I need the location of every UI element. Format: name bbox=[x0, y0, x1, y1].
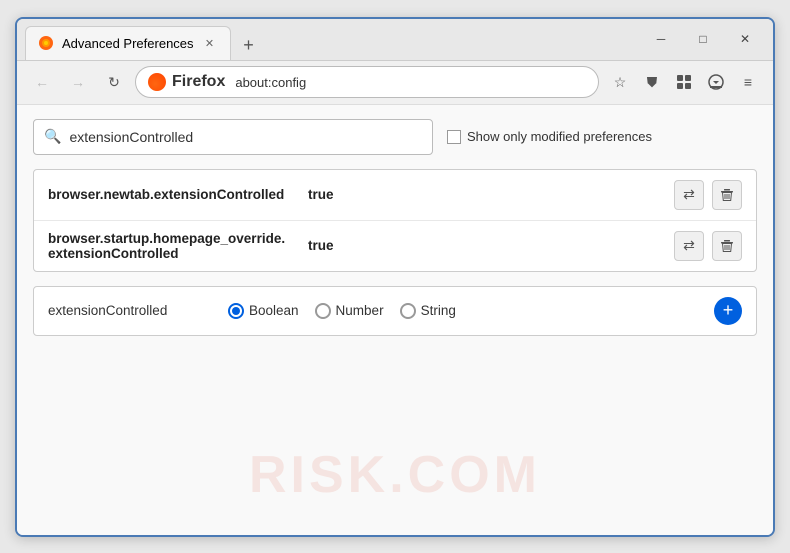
show-modified-checkbox[interactable] bbox=[447, 130, 461, 144]
search-icon: 🔍 bbox=[44, 128, 61, 145]
content-area: RISK.COM 🔍 extensionControlled Show only… bbox=[17, 105, 773, 535]
bookmark-icon[interactable]: ☆ bbox=[605, 67, 635, 97]
nav-icon-group: ☆ ⛊ ≡ bbox=[605, 67, 763, 97]
tab-close-button[interactable]: ✕ bbox=[202, 35, 218, 51]
shield-icon[interactable]: ⛊ bbox=[637, 67, 667, 97]
add-preference-button[interactable]: + bbox=[714, 297, 742, 325]
new-pref-name: extensionControlled bbox=[48, 303, 208, 318]
new-tab-button[interactable]: + bbox=[235, 32, 263, 60]
number-label: Number bbox=[336, 303, 384, 318]
close-button[interactable]: ✕ bbox=[725, 24, 765, 54]
browser-window: Advanced Preferences ✕ + ─ □ ✕ ← → ↻ Fir… bbox=[15, 17, 775, 537]
tab-favicon bbox=[38, 35, 54, 51]
browser-brand-label: Firefox bbox=[172, 73, 225, 91]
watermark: RISK.COM bbox=[249, 445, 541, 505]
title-bar: Advanced Preferences ✕ + ─ □ ✕ bbox=[17, 19, 773, 61]
address-bar[interactable]: Firefox about:config bbox=[135, 66, 599, 98]
number-radio[interactable] bbox=[315, 303, 331, 319]
add-preference-row: extensionControlled Boolean Number Strin… bbox=[33, 286, 757, 336]
firefox-logo-icon bbox=[148, 73, 166, 91]
navigation-bar: ← → ↻ Firefox about:config ☆ ⛊ bbox=[17, 61, 773, 105]
boolean-option[interactable]: Boolean bbox=[228, 303, 299, 319]
results-table: browser.newtab.extensionControlled true … bbox=[33, 169, 757, 272]
pref-value: true bbox=[308, 187, 674, 202]
url-text: about:config bbox=[235, 75, 306, 90]
pref-value: true bbox=[308, 238, 674, 253]
delete-button[interactable] bbox=[712, 180, 742, 210]
minimize-button[interactable]: ─ bbox=[641, 24, 681, 54]
active-tab[interactable]: Advanced Preferences ✕ bbox=[25, 26, 231, 60]
toggle-button[interactable]: ⇄ bbox=[674, 231, 704, 261]
reload-button[interactable]: ↻ bbox=[99, 67, 129, 97]
show-modified-text: Show only modified preferences bbox=[467, 129, 652, 144]
boolean-radio[interactable] bbox=[228, 303, 244, 319]
type-radio-group: Boolean Number String bbox=[228, 303, 694, 319]
table-row: browser.newtab.extensionControlled true … bbox=[34, 170, 756, 221]
maximize-button[interactable]: □ bbox=[683, 24, 723, 54]
tab-area: Advanced Preferences ✕ + bbox=[25, 19, 641, 60]
string-label: String bbox=[421, 303, 456, 318]
search-input[interactable]: extensionControlled bbox=[69, 129, 193, 145]
string-radio[interactable] bbox=[400, 303, 416, 319]
tab-title: Advanced Preferences bbox=[62, 36, 194, 51]
menu-icon[interactable]: ≡ bbox=[733, 67, 763, 97]
window-controls: ─ □ ✕ bbox=[641, 24, 765, 54]
row-actions: ⇄ bbox=[674, 231, 742, 261]
delete-button[interactable] bbox=[712, 231, 742, 261]
toggle-button[interactable]: ⇄ bbox=[674, 180, 704, 210]
pref-name: browser.newtab.extensionControlled bbox=[48, 187, 308, 202]
back-button[interactable]: ← bbox=[27, 67, 57, 97]
search-row: 🔍 extensionControlled Show only modified… bbox=[33, 119, 757, 155]
search-box[interactable]: 🔍 extensionControlled bbox=[33, 119, 433, 155]
show-modified-option[interactable]: Show only modified preferences bbox=[447, 129, 652, 144]
table-row: browser.startup.homepage_override. exten… bbox=[34, 221, 756, 271]
number-option[interactable]: Number bbox=[315, 303, 384, 319]
string-option[interactable]: String bbox=[400, 303, 456, 319]
row-actions: ⇄ bbox=[674, 180, 742, 210]
extension-icon[interactable] bbox=[669, 67, 699, 97]
forward-button[interactable]: → bbox=[63, 67, 93, 97]
boolean-label: Boolean bbox=[249, 303, 299, 318]
pref-name: browser.startup.homepage_override. exten… bbox=[48, 231, 308, 261]
download-icon[interactable] bbox=[701, 67, 731, 97]
